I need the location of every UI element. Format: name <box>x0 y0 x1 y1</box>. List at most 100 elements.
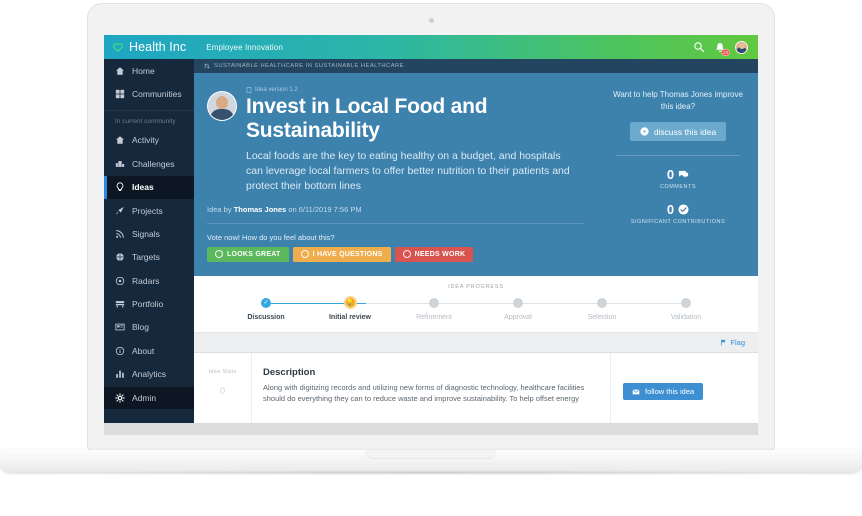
sidebar-item-label: Activity <box>132 135 159 146</box>
help-prompt: Want to help Thomas Jones improve this i… <box>613 90 743 111</box>
description-text: Along with digitizing records and utiliz… <box>263 382 585 404</box>
discuss-this-idea-button[interactable]: discuss this idea <box>629 122 727 142</box>
grid-icon <box>115 89 125 99</box>
idea-byline: Idea by Thomas Jones on 6/11/2019 7:56 P… <box>207 205 584 224</box>
home-icon <box>116 136 124 145</box>
sidebar-item-label: Portfolio <box>132 299 164 310</box>
frown-icon <box>402 250 411 259</box>
neutral-face-icon <box>300 250 309 259</box>
vote-label: I HAVE QUESTIONS <box>312 250 383 258</box>
progress-step-refinement[interactable]: Refinement <box>392 297 476 321</box>
vote-needs-work-button[interactable]: NEEDS WORK <box>394 246 474 262</box>
progress-title: IDEA PROGRESS <box>448 283 504 290</box>
flag-bar: Flag <box>194 332 758 353</box>
page-title: Invest in Local Food and Sustainability <box>246 95 488 142</box>
stat-value: 0 <box>666 167 675 183</box>
screen-bottom-fade <box>104 423 758 435</box>
sidebar-item-challenges[interactable]: Challenges <box>104 152 194 175</box>
sidebar-section-label: In current community <box>104 109 194 129</box>
sidebar-item-label: Ideas <box>132 182 154 193</box>
search-icon[interactable] <box>693 41 705 53</box>
target-icon <box>116 253 124 262</box>
sidebar-item-label: About <box>132 345 155 356</box>
byline-prefix: Idea by <box>207 204 232 214</box>
follow-label: follow this idea <box>645 387 695 397</box>
follow-this-idea-button[interactable]: follow this idea <box>623 383 704 401</box>
sidebar-item-ideas[interactable]: Ideas <box>104 175 194 200</box>
step-dot-icon <box>597 297 607 308</box>
idea-version: Idea version 1.2 <box>246 87 584 93</box>
progress-step-initial-review[interactable]: 💡 Initial review <box>308 296 392 321</box>
sidebar-item-radars[interactable]: Radars <box>104 269 194 292</box>
sidebar-item-label: Analytics <box>132 369 167 380</box>
step-label: Selection <box>587 313 617 321</box>
byline-middle: on <box>288 204 297 214</box>
idea-version-label: Idea version 1.2 <box>255 87 298 93</box>
portfolio-icon <box>115 301 125 308</box>
sidebar-item-targets[interactable]: Targets <box>104 246 194 269</box>
blog-icon <box>115 324 125 331</box>
sidebar-item-signals[interactable]: Signals <box>104 222 194 245</box>
sidebar-item-admin[interactable]: Admin <box>104 385 194 410</box>
sidebar-item-about[interactable]: About <box>104 339 194 362</box>
webcam-icon <box>428 18 434 23</box>
sidebar-item-label: Challenges <box>132 158 175 169</box>
author-avatar[interactable] <box>207 91 237 121</box>
progress-step-discussion[interactable]: ✓ Discussion <box>224 297 308 321</box>
flag-label: Flag <box>730 337 745 347</box>
idea-summary: Local foods are the key to eating health… <box>246 150 570 192</box>
idea-progress: IDEA PROGRESS ✓ Discussion 💡 Initial rev… <box>194 275 758 333</box>
document-icon <box>246 87 252 93</box>
avatar[interactable] <box>735 40 748 54</box>
vote-buttons: LOOKS GREAT I HAVE QUESTIONS NEEDS WORK <box>207 246 584 262</box>
flag-button[interactable]: Flag <box>720 338 745 347</box>
chevron-down-circle-icon <box>640 127 649 136</box>
progress-step-validation[interactable]: Validation <box>644 297 728 321</box>
header-actions: 23 <box>693 40 750 56</box>
lightbulb-icon: 💡 <box>343 296 357 310</box>
challenges-icon <box>115 160 125 167</box>
screen: Health Inc Employee Innovation 23 Home C… <box>104 35 758 435</box>
signal-icon <box>116 230 124 238</box>
vote-label: LOOKS GREAT <box>227 250 281 258</box>
sidebar-item-projects[interactable]: Projects <box>104 199 194 222</box>
vote-i-have-questions-button[interactable]: I HAVE QUESTIONS <box>292 246 391 262</box>
stats-divider <box>616 155 740 157</box>
progress-step-approval[interactable]: Approval <box>476 297 560 321</box>
sidebar-item-analytics[interactable]: Analytics <box>104 363 194 386</box>
notifications-button[interactable]: 23 <box>714 41 730 56</box>
stat-label: COMMENTS <box>659 184 697 191</box>
sidebar-item-portfolio[interactable]: Portfolio <box>104 292 194 315</box>
brand-name: Health Inc <box>129 40 187 54</box>
sidebar-item-label: Projects <box>132 205 163 216</box>
laptop-shadow <box>51 470 811 475</box>
brand-subtitle: Employee Innovation <box>206 42 283 52</box>
stat-significant-contributions: 0 SIGNIFICANT CONTRIBUTIONS <box>610 202 746 226</box>
sidebar-item-communities[interactable]: Communities <box>104 82 194 105</box>
sidebar-item-home[interactable]: Home <box>104 59 194 82</box>
step-label: Approval <box>504 313 532 321</box>
sidebar-item-label: Communities <box>132 89 182 100</box>
vote-looks-great-button[interactable]: LOOKS GREAT <box>207 246 289 262</box>
progress-steps: ✓ Discussion 💡 Initial review Refinement <box>194 296 758 321</box>
check-circle-icon <box>678 204 689 215</box>
brand-logo[interactable]: Health Inc <box>112 40 186 54</box>
sidebar-item-blog[interactable]: Blog <box>104 316 194 339</box>
heart-logo-icon <box>112 43 124 53</box>
stat-comments: 0 COMMENTS <box>610 167 746 191</box>
challenge-icon <box>204 63 210 69</box>
idea-author[interactable]: Thomas Jones <box>234 205 287 214</box>
discuss-label: discuss this idea <box>653 126 717 137</box>
main-content: SUSTAINABLE HEALTHCARE in SUSTAINABLE HE… <box>104 59 758 435</box>
notification-badge: 23 <box>720 49 730 56</box>
home-icon <box>116 66 124 75</box>
sidebar-item-activity[interactable]: Activity <box>104 129 194 152</box>
info-icon <box>115 346 125 355</box>
app-body: Home Communities In current community Ac… <box>104 59 758 435</box>
breadcrumb-text[interactable]: SUSTAINABLE HEALTHCARE in SUSTAINABLE HE… <box>214 63 404 69</box>
step-label: Initial review <box>328 313 372 321</box>
laptop-notch <box>366 450 496 459</box>
idea-hero: Idea version 1.2 Invest in Local Food an… <box>194 73 758 276</box>
progress-step-selection[interactable]: Selection <box>560 297 644 321</box>
envelope-icon <box>632 389 640 395</box>
